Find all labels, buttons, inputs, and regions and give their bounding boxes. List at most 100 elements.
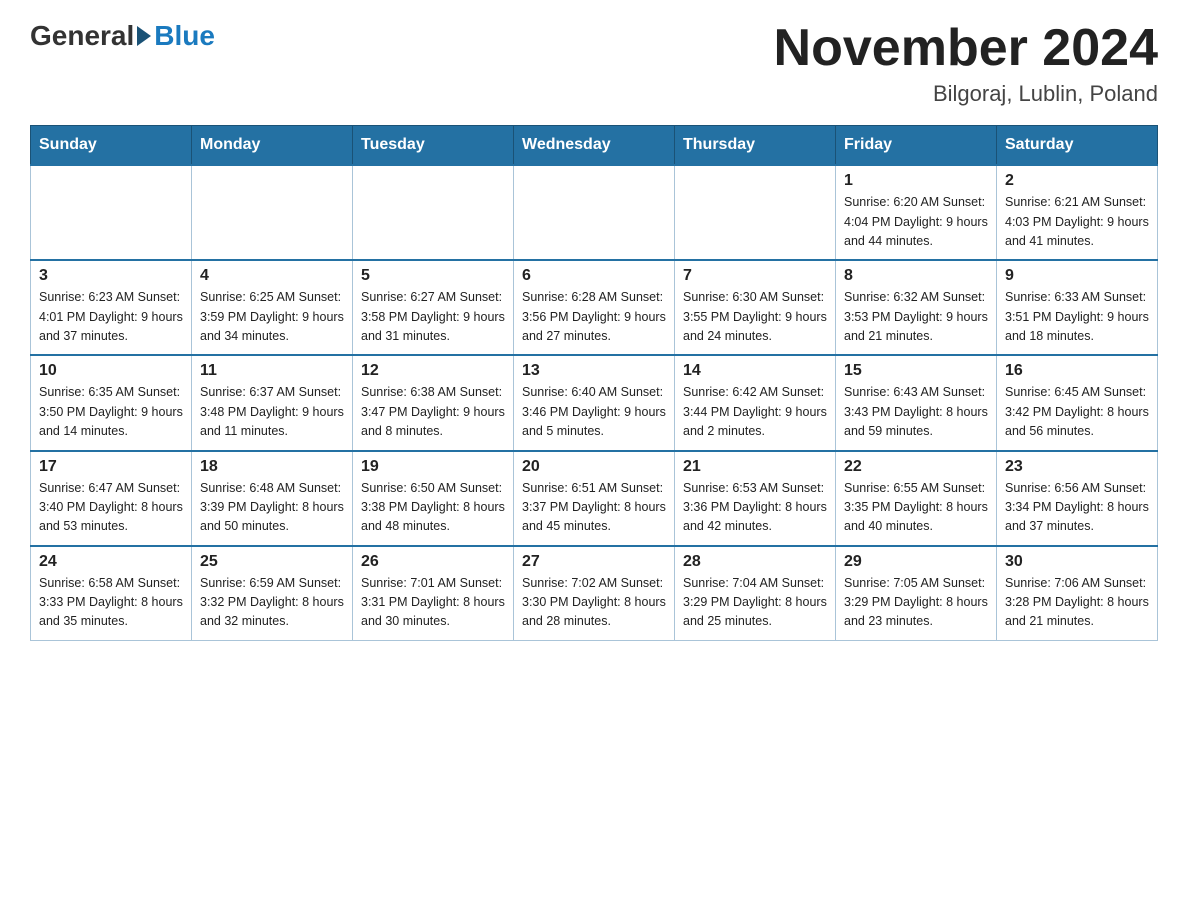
day-info: Sunrise: 7:05 AM Sunset: 3:29 PM Dayligh…	[844, 574, 988, 632]
day-info: Sunrise: 6:50 AM Sunset: 3:38 PM Dayligh…	[361, 479, 505, 537]
week-row-4: 17 Sunrise: 6:47 AM Sunset: 3:40 PM Dayli…	[31, 451, 1158, 546]
calendar-cell: 22 Sunrise: 6:55 AM Sunset: 3:35 PM Dayli…	[836, 451, 997, 546]
day-number: 25	[200, 553, 344, 571]
calendar-table: SundayMondayTuesdayWednesdayThursdayFrid…	[30, 125, 1158, 641]
day-number: 27	[522, 553, 666, 571]
logo: General Blue	[30, 20, 215, 52]
calendar-cell: 30Sunrise: 7:06 AM Sunset: 3:28 PM Dayli…	[997, 546, 1158, 641]
day-info: Sunrise: 7:02 AM Sunset: 3:30 PM Dayligh…	[522, 574, 666, 632]
day-info: Sunrise: 6:32 AM Sunset: 3:53 PM Dayligh…	[844, 288, 988, 346]
weekday-header-sunday: Sunday	[31, 126, 192, 166]
day-info: Sunrise: 6:45 AM Sunset: 3:42 PM Dayligh…	[1005, 383, 1149, 441]
calendar-cell: 16 Sunrise: 6:45 AM Sunset: 3:42 PM Dayli…	[997, 355, 1158, 450]
calendar-cell: 8 Sunrise: 6:32 AM Sunset: 3:53 PM Daylig…	[836, 260, 997, 355]
day-number: 9	[1005, 267, 1149, 285]
day-number: 22	[844, 458, 988, 476]
calendar-cell: 2 Sunrise: 6:21 AM Sunset: 4:03 PM Daylig…	[997, 165, 1158, 260]
calendar-cell: 6Sunrise: 6:28 AM Sunset: 3:56 PM Daylig…	[514, 260, 675, 355]
calendar-cell: 9 Sunrise: 6:33 AM Sunset: 3:51 PM Daylig…	[997, 260, 1158, 355]
day-number: 24	[39, 553, 183, 571]
title-area: November 2024 Bilgoraj, Lublin, Poland	[774, 20, 1158, 107]
weekday-header-friday: Friday	[836, 126, 997, 166]
day-number: 23	[1005, 458, 1149, 476]
day-number: 5	[361, 267, 505, 285]
day-info: Sunrise: 6:42 AM Sunset: 3:44 PM Dayligh…	[683, 383, 827, 441]
calendar-cell: 7 Sunrise: 6:30 AM Sunset: 3:55 PM Daylig…	[675, 260, 836, 355]
day-number: 8	[844, 267, 988, 285]
day-info: Sunrise: 6:25 AM Sunset: 3:59 PM Dayligh…	[200, 288, 344, 346]
calendar-cell: 29 Sunrise: 7:05 AM Sunset: 3:29 PM Dayli…	[836, 546, 997, 641]
day-info: Sunrise: 6:56 AM Sunset: 3:34 PM Dayligh…	[1005, 479, 1149, 537]
day-info: Sunrise: 6:35 AM Sunset: 3:50 PM Dayligh…	[39, 383, 183, 441]
week-row-1: 1 Sunrise: 6:20 AM Sunset: 4:04 PM Daylig…	[31, 165, 1158, 260]
day-info: Sunrise: 6:47 AM Sunset: 3:40 PM Dayligh…	[39, 479, 183, 537]
calendar-cell: 1 Sunrise: 6:20 AM Sunset: 4:04 PM Daylig…	[836, 165, 997, 260]
day-number: 3	[39, 267, 183, 285]
calendar-cell: 12Sunrise: 6:38 AM Sunset: 3:47 PM Dayli…	[353, 355, 514, 450]
logo-text: General Blue	[30, 20, 215, 52]
day-number: 10	[39, 362, 183, 380]
day-number: 18	[200, 458, 344, 476]
calendar-cell: 26 Sunrise: 7:01 AM Sunset: 3:31 PM Dayli…	[353, 546, 514, 641]
week-row-2: 3 Sunrise: 6:23 AM Sunset: 4:01 PM Daylig…	[31, 260, 1158, 355]
day-number: 16	[1005, 362, 1149, 380]
day-info: Sunrise: 6:20 AM Sunset: 4:04 PM Dayligh…	[844, 193, 988, 251]
day-info: Sunrise: 6:27 AM Sunset: 3:58 PM Dayligh…	[361, 288, 505, 346]
weekday-header-row: SundayMondayTuesdayWednesdayThursdayFrid…	[31, 126, 1158, 166]
calendar-cell: 20 Sunrise: 6:51 AM Sunset: 3:37 PM Dayli…	[514, 451, 675, 546]
day-info: Sunrise: 6:23 AM Sunset: 4:01 PM Dayligh…	[39, 288, 183, 346]
day-number: 14	[683, 362, 827, 380]
day-info: Sunrise: 6:30 AM Sunset: 3:55 PM Dayligh…	[683, 288, 827, 346]
day-number: 1	[844, 172, 988, 190]
weekday-header-thursday: Thursday	[675, 126, 836, 166]
calendar-cell: 21 Sunrise: 6:53 AM Sunset: 3:36 PM Dayli…	[675, 451, 836, 546]
calendar-cell	[31, 165, 192, 260]
day-number: 17	[39, 458, 183, 476]
logo-general: General	[30, 20, 134, 52]
calendar-cell: 14 Sunrise: 6:42 AM Sunset: 3:44 PM Dayli…	[675, 355, 836, 450]
logo-blue: Blue	[154, 20, 215, 52]
calendar-cell: 11Sunrise: 6:37 AM Sunset: 3:48 PM Dayli…	[192, 355, 353, 450]
day-number: 11	[200, 362, 344, 380]
calendar-cell: 28Sunrise: 7:04 AM Sunset: 3:29 PM Dayli…	[675, 546, 836, 641]
logo-arrow-icon	[137, 26, 151, 46]
day-number: 15	[844, 362, 988, 380]
day-info: Sunrise: 6:51 AM Sunset: 3:37 PM Dayligh…	[522, 479, 666, 537]
day-number: 2	[1005, 172, 1149, 190]
day-info: Sunrise: 6:55 AM Sunset: 3:35 PM Dayligh…	[844, 479, 988, 537]
day-info: Sunrise: 6:21 AM Sunset: 4:03 PM Dayligh…	[1005, 193, 1149, 251]
day-info: Sunrise: 7:01 AM Sunset: 3:31 PM Dayligh…	[361, 574, 505, 632]
day-info: Sunrise: 6:58 AM Sunset: 3:33 PM Dayligh…	[39, 574, 183, 632]
calendar-cell: 13 Sunrise: 6:40 AM Sunset: 3:46 PM Dayli…	[514, 355, 675, 450]
calendar-cell: 10 Sunrise: 6:35 AM Sunset: 3:50 PM Dayli…	[31, 355, 192, 450]
day-number: 19	[361, 458, 505, 476]
day-info: Sunrise: 6:33 AM Sunset: 3:51 PM Dayligh…	[1005, 288, 1149, 346]
day-number: 7	[683, 267, 827, 285]
weekday-header-saturday: Saturday	[997, 126, 1158, 166]
day-number: 26	[361, 553, 505, 571]
weekday-header-tuesday: Tuesday	[353, 126, 514, 166]
calendar-cell: 15 Sunrise: 6:43 AM Sunset: 3:43 PM Dayli…	[836, 355, 997, 450]
calendar-cell: 24 Sunrise: 6:58 AM Sunset: 3:33 PM Dayli…	[31, 546, 192, 641]
calendar-cell: 3 Sunrise: 6:23 AM Sunset: 4:01 PM Daylig…	[31, 260, 192, 355]
day-info: Sunrise: 6:43 AM Sunset: 3:43 PM Dayligh…	[844, 383, 988, 441]
day-number: 6	[522, 267, 666, 285]
week-row-5: 24 Sunrise: 6:58 AM Sunset: 3:33 PM Dayli…	[31, 546, 1158, 641]
month-title: November 2024	[774, 20, 1158, 77]
day-number: 20	[522, 458, 666, 476]
day-info: Sunrise: 6:40 AM Sunset: 3:46 PM Dayligh…	[522, 383, 666, 441]
day-number: 28	[683, 553, 827, 571]
day-number: 13	[522, 362, 666, 380]
calendar-cell: 25Sunrise: 6:59 AM Sunset: 3:32 PM Dayli…	[192, 546, 353, 641]
calendar-cell	[192, 165, 353, 260]
day-info: Sunrise: 6:53 AM Sunset: 3:36 PM Dayligh…	[683, 479, 827, 537]
day-number: 29	[844, 553, 988, 571]
page-header: General Blue November 2024 Bilgoraj, Lub…	[30, 20, 1158, 107]
day-info: Sunrise: 6:38 AM Sunset: 3:47 PM Dayligh…	[361, 383, 505, 441]
day-info: Sunrise: 6:48 AM Sunset: 3:39 PM Dayligh…	[200, 479, 344, 537]
calendar-cell	[675, 165, 836, 260]
day-number: 21	[683, 458, 827, 476]
calendar-cell: 4Sunrise: 6:25 AM Sunset: 3:59 PM Daylig…	[192, 260, 353, 355]
week-row-3: 10 Sunrise: 6:35 AM Sunset: 3:50 PM Dayli…	[31, 355, 1158, 450]
calendar-cell: 17 Sunrise: 6:47 AM Sunset: 3:40 PM Dayli…	[31, 451, 192, 546]
